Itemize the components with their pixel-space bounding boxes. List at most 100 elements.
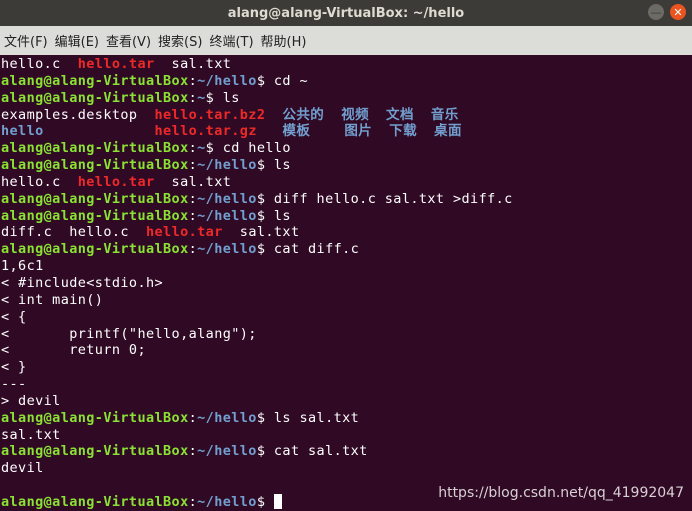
terminal-text: $ ls xyxy=(256,207,291,224)
terminal-line: > devil xyxy=(1,393,692,410)
terminal-line: alang@alang-VirtualBox:~/hello$ cd ~ xyxy=(1,73,692,90)
terminal-line: alang@alang-VirtualBox:~/hello$ diff hel… xyxy=(1,191,692,208)
terminal-text: sal.txt xyxy=(154,56,232,72)
terminal-line: < int main() xyxy=(1,292,692,309)
terminal-line: < #include<stdio.h> xyxy=(1,275,692,292)
terminal-text: < int main() xyxy=(1,291,104,308)
terminal-text: devil xyxy=(1,460,44,477)
terminal-text: < } xyxy=(1,359,27,376)
terminal-text: < printf("hello,alang"); xyxy=(1,325,257,342)
prompt-path: ~/hello xyxy=(197,493,257,510)
terminal-text: $ ls xyxy=(205,89,240,106)
terminal-text: : xyxy=(188,72,198,89)
terminal-line: alang@alang-VirtualBox:~/hello$ cat diff… xyxy=(1,241,692,258)
terminal-line: < printf("hello,alang"); xyxy=(1,326,692,343)
menu-view[interactable]: 查看(V) xyxy=(106,31,151,50)
menu-terminal[interactable]: 终端(T) xyxy=(209,31,253,50)
terminal-text: examples.desktop xyxy=(1,106,155,123)
prompt-path: ~/hello xyxy=(197,241,257,258)
terminal-text: < { xyxy=(1,308,27,325)
minimize-button[interactable]: — xyxy=(648,4,664,20)
prompt-user: alang@alang-VirtualBox xyxy=(1,493,189,510)
terminal-line: examples.desktop hello.tar.bz2 公共的 视频 文档… xyxy=(1,107,692,124)
terminal-text: < #include<stdio.h> xyxy=(1,274,164,291)
archive-file: hello.tar xyxy=(145,224,223,241)
terminal-line: devil xyxy=(1,460,692,477)
terminal-text: > devil xyxy=(1,392,61,409)
terminal-line: alang@alang-VirtualBox:~$ cd hello xyxy=(1,140,692,157)
menu-help[interactable]: 帮助(H) xyxy=(261,31,307,50)
terminal-text: $ xyxy=(256,493,274,510)
archive-file: hello.tar xyxy=(77,173,155,190)
terminal-text: sal.txt xyxy=(154,173,232,190)
title-bar: alang@alang-VirtualBox: ~/hello — ✕ xyxy=(0,0,692,26)
prompt-path: ~/hello xyxy=(197,443,257,460)
prompt-path: ~/hello xyxy=(197,190,257,207)
terminal-line: hello.c hello.tar sal.txt xyxy=(1,56,692,73)
terminal-text: sal.txt xyxy=(222,224,300,241)
archive-file: hello.tar xyxy=(77,56,155,72)
terminal-text: : xyxy=(188,207,198,224)
terminal-text: $ cat sal.txt xyxy=(256,443,368,460)
prompt-user: alang@alang-VirtualBox xyxy=(1,89,189,106)
terminal-text: < return 0; xyxy=(1,342,146,359)
terminal-text: $ ls sal.txt xyxy=(256,409,360,426)
terminal-text: $ ls xyxy=(256,157,291,174)
terminal-text: : xyxy=(188,443,198,460)
archive-file: hello.tar.bz2 xyxy=(154,106,266,123)
prompt-path: ~ xyxy=(197,140,206,157)
prompt-user: alang@alang-VirtualBox xyxy=(1,157,189,174)
terminal-line: alang@alang-VirtualBox:~/hello$ cat sal.… xyxy=(1,443,692,460)
terminal-text: : xyxy=(188,157,198,174)
terminal-line: < } xyxy=(1,359,692,376)
terminal-text: : xyxy=(188,409,198,426)
terminal-text: : xyxy=(188,190,198,207)
terminal-text: : xyxy=(188,493,198,510)
terminal-line: hello.c hello.tar sal.txt xyxy=(1,174,692,191)
terminal-line: hello hello.tar.gz 模板 图片 下载 桌面 xyxy=(1,123,692,140)
watermark: https://blog.csdn.net/qq_41992047 xyxy=(438,485,684,501)
prompt-path: ~/hello xyxy=(197,157,257,174)
terminal-text: 1,6c1 xyxy=(1,258,44,275)
menu-file[interactable]: 文件(F) xyxy=(4,31,48,50)
terminal-text: --- xyxy=(1,376,27,393)
terminal-output[interactable]: hello.c hello.tar sal.txt alang@alang-Vir… xyxy=(0,55,692,511)
prompt-path: ~ xyxy=(197,89,206,106)
terminal-line: 1,6c1 xyxy=(1,258,692,275)
terminal-text: : xyxy=(188,241,198,258)
menu-edit[interactable]: 编辑(E) xyxy=(55,31,99,50)
terminal-text: $ cd ~ xyxy=(256,72,309,89)
close-button[interactable]: ✕ xyxy=(670,4,686,20)
menu-bar: 文件(F) 编辑(E) 查看(V) 搜索(S) 终端(T) 帮助(H) xyxy=(0,26,692,55)
terminal-line: alang@alang-VirtualBox:~/hello$ ls sal.t… xyxy=(1,410,692,427)
terminal-line: < return 0; xyxy=(1,342,692,359)
terminal-line: alang@alang-VirtualBox:~/hello$ ls xyxy=(1,157,692,174)
prompt-user: alang@alang-VirtualBox xyxy=(1,140,189,157)
terminal-text: hello.c xyxy=(1,56,78,72)
window-controls: — ✕ xyxy=(648,4,686,20)
terminal-line: alang@alang-VirtualBox:~/hello$ ls xyxy=(1,208,692,225)
terminal-text: $ diff hello.c sal.txt >diff.c xyxy=(256,190,513,207)
prompt-path: hello xyxy=(1,123,44,140)
prompt-user: alang@alang-VirtualBox xyxy=(1,409,189,426)
terminal-line: diff.c hello.c hello.tar sal.txt xyxy=(1,224,692,241)
menu-search[interactable]: 搜索(S) xyxy=(158,31,202,50)
terminal-text: hello.c xyxy=(1,173,78,190)
prompt-path: ~/hello xyxy=(197,409,257,426)
prompt-user: alang@alang-VirtualBox xyxy=(1,72,189,89)
window-title: alang@alang-VirtualBox: ~/hello xyxy=(227,5,465,21)
prompt-user: alang@alang-VirtualBox xyxy=(1,190,189,207)
terminal-line: alang@alang-VirtualBox:~$ ls xyxy=(1,90,692,107)
cursor xyxy=(273,494,282,510)
terminal-text: $ cat diff.c xyxy=(256,241,360,258)
terminal-line: sal.txt xyxy=(1,427,692,444)
archive-file: hello.tar.gz xyxy=(154,123,257,140)
prompt-path: ~/hello xyxy=(197,207,257,224)
prompt-path: 公共的 视频 文档 音乐 xyxy=(282,106,459,123)
terminal-text: : xyxy=(188,140,198,157)
terminal-text: $ cd hello xyxy=(205,140,291,157)
prompt-user: alang@alang-VirtualBox xyxy=(1,443,189,460)
